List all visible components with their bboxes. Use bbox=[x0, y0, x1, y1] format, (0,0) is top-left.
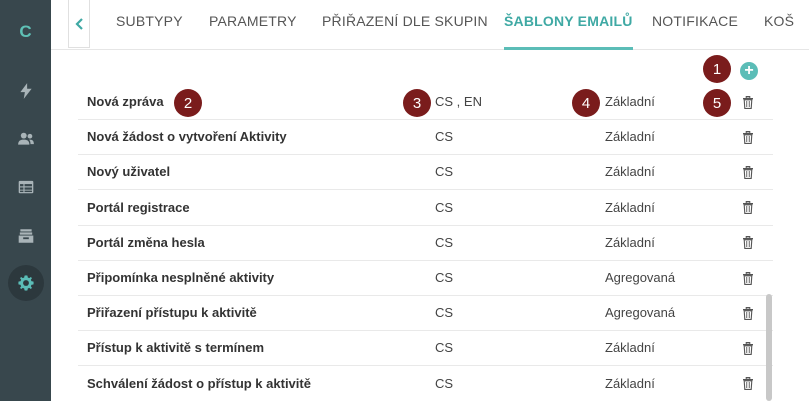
template-languages: CS bbox=[435, 305, 454, 321]
template-type: Agregovaná bbox=[605, 270, 676, 285]
delete-template-button[interactable] bbox=[740, 367, 756, 401]
add-template-button[interactable]: + bbox=[740, 62, 758, 80]
table-icon bbox=[18, 180, 33, 194]
tab-label: ŠABLONY EMAILŮ bbox=[504, 13, 633, 29]
chevron-left-icon bbox=[74, 17, 83, 30]
delete-template-button[interactable] bbox=[740, 331, 756, 365]
tab-parametry[interactable]: PARAMETRY bbox=[209, 0, 297, 50]
delete-template-button[interactable] bbox=[740, 191, 756, 225]
sidebar: C bbox=[0, 0, 51, 401]
delete-template-button[interactable] bbox=[740, 155, 756, 189]
template-languages: CS bbox=[435, 164, 454, 180]
delete-template-button[interactable] bbox=[740, 120, 756, 154]
active-tab-underline bbox=[504, 47, 633, 50]
back-button[interactable] bbox=[68, 0, 90, 48]
trash-icon bbox=[743, 165, 753, 179]
table-row[interactable]: Nový uživatel CS Základní bbox=[78, 155, 773, 191]
delete-template-button[interactable] bbox=[740, 261, 756, 295]
template-languages: CS bbox=[435, 199, 454, 215]
trash-icon bbox=[743, 306, 753, 320]
delete-template-button[interactable] bbox=[740, 296, 756, 330]
annotation-marker-2: 2 bbox=[174, 89, 202, 117]
template-name[interactable]: Schválení žádost o přístup k aktivitě bbox=[87, 367, 311, 401]
table-row[interactable]: Portál registrace CS Základní bbox=[78, 191, 773, 226]
main-content: SUBTYPY PARAMETRY PŘIŘAZENÍ DLE SKUPIN Š… bbox=[51, 0, 809, 401]
table-row[interactable]: Portál změna hesla CS Základní bbox=[78, 226, 773, 261]
archive-icon bbox=[18, 229, 33, 243]
template-languages: CS bbox=[435, 234, 454, 250]
table-row[interactable]: Nová žádost o vytvoření Aktivity CS Základ… bbox=[78, 120, 773, 156]
trash-icon bbox=[743, 201, 753, 215]
lightning-icon bbox=[19, 83, 32, 99]
template-name[interactable]: Portál registrace bbox=[87, 191, 190, 226]
app-logo[interactable]: C bbox=[0, 22, 51, 42]
table-row[interactable]: Schválení žádost o přístup k aktivitě CS Z… bbox=[78, 367, 773, 401]
sidebar-item-tables[interactable] bbox=[0, 169, 51, 205]
template-type: Základní bbox=[605, 94, 655, 109]
users-icon bbox=[17, 132, 34, 145]
trash-icon bbox=[743, 95, 753, 109]
template-languages: CS bbox=[435, 129, 454, 145]
trash-icon bbox=[743, 130, 753, 144]
tab-notifikace[interactable]: NOTIFIKACE bbox=[652, 0, 738, 50]
table-row[interactable]: Přiřazení přístupu k aktivitě CS Agregovan… bbox=[78, 296, 773, 332]
template-name[interactable]: Přiřazení přístupu k aktivitě bbox=[87, 296, 257, 331]
template-name[interactable]: Připomínka nesplněné aktivity bbox=[87, 261, 274, 296]
trash-icon bbox=[743, 377, 753, 391]
template-type: Základní bbox=[605, 129, 655, 145]
template-name[interactable]: Nová žádost o vytvoření Aktivity bbox=[87, 120, 287, 155]
annotation-marker-5: 5 bbox=[703, 89, 731, 117]
delete-template-button[interactable] bbox=[740, 85, 756, 119]
template-type: Základní bbox=[605, 340, 655, 356]
annotation-marker-4: 4 bbox=[572, 89, 600, 117]
template-languages: CS bbox=[435, 375, 454, 391]
template-type: Základní bbox=[605, 375, 655, 391]
template-name[interactable]: Nový uživatel bbox=[87, 155, 170, 190]
active-indicator bbox=[7, 265, 44, 301]
template-name[interactable]: Přístup k aktivitě s termínem bbox=[87, 331, 264, 366]
template-type: Základní bbox=[605, 234, 655, 250]
plus-icon: + bbox=[744, 62, 754, 79]
tab-prirazeni-dle-skupin[interactable]: PŘIŘAZENÍ DLE SKUPIN bbox=[322, 0, 488, 50]
annotation-marker-3: 3 bbox=[403, 89, 431, 117]
table-row[interactable]: Přístup k aktivitě s termínem CS Základní bbox=[78, 331, 773, 367]
sidebar-item-activities[interactable] bbox=[0, 73, 51, 109]
tab-sablony-emailu[interactable]: ŠABLONY EMAILŮ bbox=[504, 0, 633, 50]
template-type: Agregovaná bbox=[605, 305, 676, 321]
delete-template-button[interactable] bbox=[740, 226, 756, 260]
template-type: Základní bbox=[605, 164, 655, 180]
trash-icon bbox=[743, 341, 753, 355]
tab-kos[interactable]: KOŠ bbox=[764, 0, 794, 50]
table-row[interactable]: Připomínka nesplněné aktivity CS Agregovan… bbox=[78, 261, 773, 296]
trash-icon bbox=[743, 271, 753, 285]
scrollbar[interactable] bbox=[766, 294, 772, 401]
trash-icon bbox=[743, 236, 753, 250]
sidebar-item-users[interactable] bbox=[0, 121, 51, 157]
template-languages: CS , EN bbox=[435, 94, 482, 109]
sidebar-item-settings[interactable] bbox=[0, 265, 51, 301]
gear-icon bbox=[17, 275, 34, 291]
sidebar-item-archive[interactable] bbox=[0, 218, 51, 254]
tab-bar: SUBTYPY PARAMETRY PŘIŘAZENÍ DLE SKUPIN Š… bbox=[51, 0, 809, 50]
annotation-marker-1: 1 bbox=[703, 55, 731, 83]
template-languages: CS bbox=[435, 270, 454, 285]
template-languages: CS bbox=[435, 340, 454, 356]
template-type: Základní bbox=[605, 199, 655, 215]
tab-subtypy[interactable]: SUBTYPY bbox=[116, 0, 183, 50]
template-name[interactable]: Portál změna hesla bbox=[87, 226, 205, 261]
template-name[interactable]: Nová zpráva bbox=[87, 85, 164, 120]
